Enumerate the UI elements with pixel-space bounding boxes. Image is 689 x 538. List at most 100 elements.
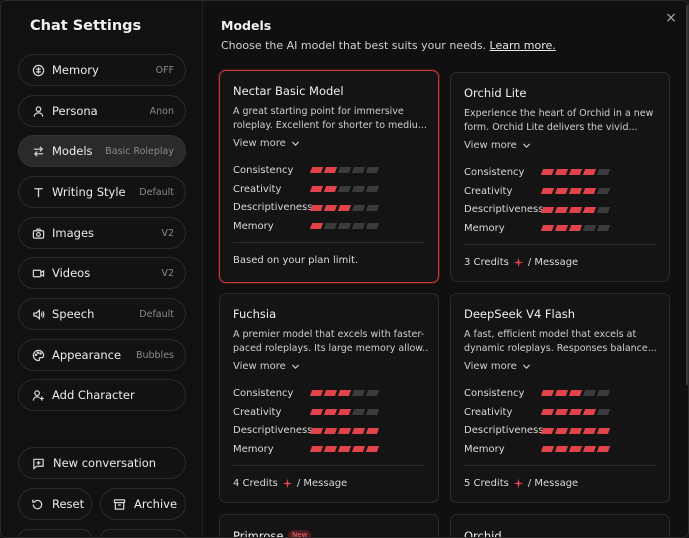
rating-bar-empty bbox=[596, 206, 611, 213]
rating-bars bbox=[540, 427, 611, 434]
sidebar-item-memory[interactable]: Memory OFF bbox=[18, 54, 186, 86]
model-stats: Consistency Creativity Descriptiveness Memo… bbox=[464, 384, 660, 459]
rating-bar-filled bbox=[323, 186, 338, 193]
sidebar-item-models[interactable]: Models Basic Roleplay bbox=[18, 135, 186, 167]
sidebar-item-videos[interactable]: Videos V2 bbox=[18, 257, 186, 289]
stat-label: Creativity bbox=[464, 185, 513, 197]
model-description: A premier model that excels with faster-… bbox=[233, 329, 429, 354]
sidebar-item-images[interactable]: Images V2 bbox=[18, 217, 186, 249]
model-card-orchid[interactable]: Orchid bbox=[450, 514, 670, 537]
close-icon[interactable]: × bbox=[664, 11, 678, 25]
rating-bar-filled bbox=[568, 225, 583, 232]
stat-row: Creativity bbox=[233, 180, 429, 199]
chevron-down-icon bbox=[522, 364, 530, 369]
new-badge: New bbox=[288, 530, 312, 537]
stat-row: Creativity bbox=[233, 403, 429, 422]
reset-icon bbox=[31, 497, 44, 511]
divider bbox=[233, 465, 425, 466]
stat-label: Descriptiveness bbox=[464, 204, 544, 216]
model-pricing: 4 Credits / Message bbox=[233, 478, 348, 489]
rating-bar-filled bbox=[582, 206, 597, 213]
sidebar: Chat Settings Memory OFF Persona Anon Mo… bbox=[1, 1, 203, 537]
model-card-primrose[interactable]: Primrose New bbox=[219, 514, 439, 537]
sidebar-item-persona[interactable]: Persona Anon bbox=[18, 95, 186, 127]
rating-bars bbox=[309, 409, 380, 416]
stat-row: Consistency bbox=[233, 384, 429, 403]
rating-bar-filled bbox=[337, 427, 352, 434]
rating-bar-filled bbox=[337, 409, 352, 416]
model-card-deepseek[interactable]: DeepSeek V4 Flash A fast, efficient mode… bbox=[450, 293, 670, 503]
rating-bar-empty bbox=[596, 169, 611, 176]
sidebar-title: Chat Settings bbox=[30, 18, 142, 34]
rating-bar-empty bbox=[323, 223, 338, 230]
rating-bar-filled bbox=[337, 446, 352, 453]
rating-bar-empty bbox=[351, 390, 366, 397]
rating-bars bbox=[540, 169, 611, 176]
sidebar-item-add-character[interactable]: Add Character bbox=[18, 379, 186, 411]
divider bbox=[233, 242, 425, 243]
stat-row: Memory bbox=[233, 217, 429, 236]
stat-row: Memory bbox=[233, 440, 429, 459]
model-card-nectar[interactable]: Nectar Basic Model A great starting poin… bbox=[219, 70, 439, 283]
persona-icon bbox=[31, 104, 45, 118]
swap-arrows-icon bbox=[31, 144, 45, 158]
model-card-fuchsia[interactable]: Fuchsia A premier model that excels with… bbox=[219, 293, 439, 503]
rating-bar-filled bbox=[582, 188, 597, 195]
rating-bar-filled bbox=[568, 446, 583, 453]
rating-bar-filled bbox=[309, 223, 324, 230]
rating-bar-filled bbox=[337, 390, 352, 397]
rating-bars bbox=[540, 390, 611, 397]
sidebar-item-writing-style[interactable]: Writing Style Default bbox=[18, 176, 186, 208]
model-stats: Consistency Creativity Descriptiveness Memo… bbox=[464, 163, 660, 238]
sidebar-item-appearance[interactable]: Appearance Bubbles bbox=[18, 339, 186, 371]
rating-bar-empty bbox=[596, 188, 611, 195]
stat-label: Memory bbox=[233, 443, 274, 455]
model-description: A great starting point for immersive role… bbox=[233, 106, 427, 131]
divider bbox=[464, 465, 656, 466]
page-subtitle: Choose the AI model that best suits your… bbox=[221, 39, 556, 52]
rating-bar-filled bbox=[323, 390, 338, 397]
rating-bar-empty bbox=[365, 186, 380, 193]
rating-bar-filled bbox=[309, 446, 324, 453]
partial-button[interactable] bbox=[18, 529, 92, 537]
rating-bar-empty bbox=[351, 167, 366, 174]
view-more-button[interactable]: View more bbox=[233, 361, 300, 372]
stat-label: Consistency bbox=[464, 166, 525, 178]
stat-row: Consistency bbox=[233, 161, 429, 180]
rating-bar-empty bbox=[351, 204, 366, 211]
rating-bar-empty bbox=[365, 223, 380, 230]
rating-bar-filled bbox=[540, 446, 555, 453]
camera-icon bbox=[31, 226, 45, 240]
rating-bars bbox=[309, 186, 380, 193]
archive-button[interactable]: Archive bbox=[100, 488, 186, 520]
reset-button[interactable]: Reset bbox=[18, 488, 92, 520]
view-more-button[interactable]: View more bbox=[464, 361, 531, 372]
rating-bar-filled bbox=[540, 206, 555, 213]
model-stats: Consistency Creativity Descriptiveness Memo… bbox=[233, 384, 429, 459]
chat-plus-icon bbox=[31, 456, 45, 470]
rating-bar-filled bbox=[568, 409, 583, 416]
view-more-button[interactable]: View more bbox=[233, 138, 300, 149]
rating-bar-filled bbox=[337, 204, 352, 211]
rating-bar-filled bbox=[554, 427, 569, 434]
model-name: Fuchsia bbox=[233, 307, 277, 321]
model-pricing: Based on your plan limit. bbox=[233, 255, 359, 266]
learn-more-link[interactable]: Learn more. bbox=[490, 39, 556, 52]
sidebar-item-speech[interactable]: Speech Default bbox=[18, 298, 186, 330]
rating-bar-empty bbox=[337, 186, 352, 193]
stat-label: Memory bbox=[464, 443, 505, 455]
rating-bars bbox=[309, 204, 380, 211]
partial-button[interactable] bbox=[100, 529, 186, 537]
new-conversation-button[interactable]: New conversation bbox=[18, 447, 186, 479]
credit-sparkle-icon bbox=[513, 257, 524, 268]
model-card-orchid-lite[interactable]: Orchid Lite Experience the heart of Orch… bbox=[450, 72, 670, 282]
rating-bar-empty bbox=[351, 186, 366, 193]
rating-bars bbox=[540, 446, 611, 453]
chevron-down-icon bbox=[291, 364, 299, 369]
stat-row: Consistency bbox=[464, 163, 660, 182]
rating-bar-filled bbox=[309, 167, 324, 174]
rating-bar-filled bbox=[365, 446, 380, 453]
view-more-button[interactable]: View more bbox=[464, 140, 531, 151]
stat-label: Consistency bbox=[464, 387, 525, 399]
rating-bar-empty bbox=[337, 223, 352, 230]
